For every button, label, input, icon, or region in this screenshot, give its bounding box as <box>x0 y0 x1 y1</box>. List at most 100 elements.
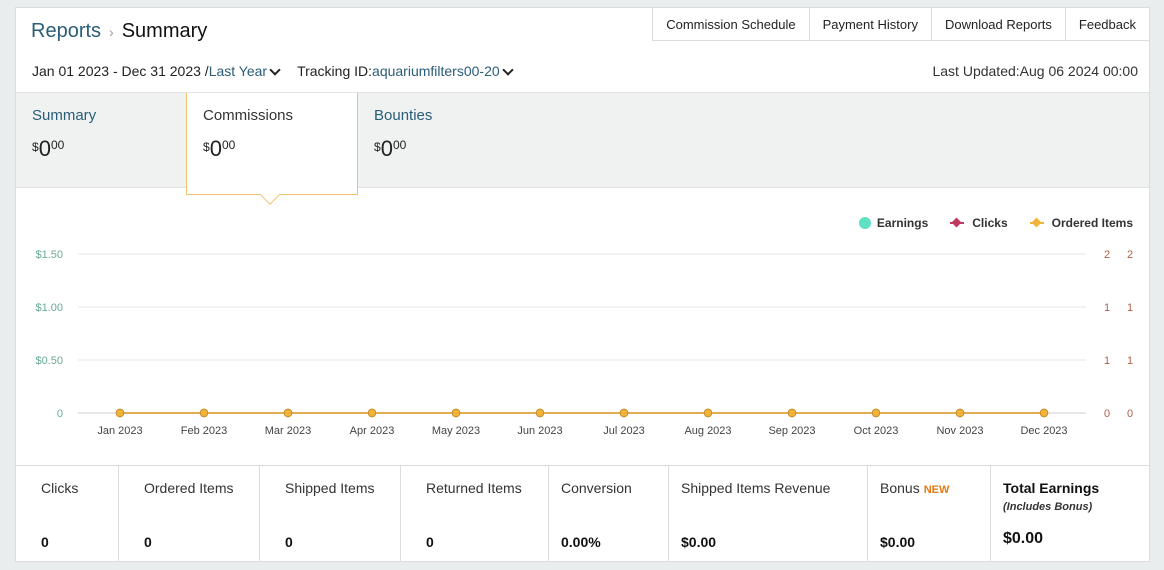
stat-label: Total Earnings <box>1003 480 1100 496</box>
chevron-down-icon[interactable] <box>269 63 281 76</box>
period-dropdown[interactable]: Last Year <box>209 63 267 79</box>
data-point-ordered-items <box>619 408 629 418</box>
legend-item-earnings[interactable]: Earnings <box>858 216 929 230</box>
x-tick-label: Oct 2023 <box>854 425 899 437</box>
top-links: Commission Schedule Payment History Down… <box>652 7 1150 41</box>
summary-tabs: Summary $ 0 00 Commissions $ 0 00 Bounti… <box>16 92 1149 205</box>
x-tick-label: Feb 2023 <box>181 425 227 437</box>
tab-amount: $ 0 00 <box>203 136 341 162</box>
amount-cents: 00 <box>221 138 236 152</box>
amount-whole: 0 <box>380 136 393 161</box>
data-point-ordered-items <box>1039 408 1049 418</box>
chart-legend: Earnings Clicks Ordered Items <box>837 216 1133 230</box>
x-tick-label: Apr 2023 <box>350 425 395 437</box>
x-tick-label: Jul 2023 <box>603 425 645 437</box>
x-tick-label: Mar 2023 <box>265 425 311 437</box>
y-right-tick-label: 0 <box>1104 408 1110 420</box>
legend-item-clicks[interactable]: Clicks <box>950 216 1008 230</box>
chevron-down-icon[interactable] <box>501 63 514 76</box>
x-tick-label: Dec 2023 <box>1020 425 1067 437</box>
breadcrumb-reports-link[interactable]: Reports <box>31 20 101 43</box>
payment-history-link[interactable]: Payment History <box>809 7 932 41</box>
stat-total-earnings: Total Earnings (Includes Bonus) $0.00 <box>991 466 1149 562</box>
stat-value: 0.00% <box>561 534 601 550</box>
data-point-ordered-items <box>451 408 461 418</box>
stat-value: $0.00 <box>880 534 916 550</box>
currency-symbol: $ <box>32 140 39 154</box>
y-left-tick-label: $0.50 <box>35 355 63 367</box>
data-point-ordered-items <box>283 408 293 418</box>
data-point-ordered-items <box>787 408 797 418</box>
y-left-tick-label: $1.00 <box>35 302 63 314</box>
stat-label: Bonus NEW <box>880 480 990 496</box>
legend-circle-icon <box>858 217 871 229</box>
data-point-ordered-items <box>199 408 209 418</box>
y-right-tick-label: 0 <box>1127 408 1133 420</box>
tracking-id-dropdown[interactable]: aquariumfilters00-20 <box>372 63 500 79</box>
stat-ordered-items: Ordered Items 0 <box>119 466 260 562</box>
stat-sublabel: (Includes Bonus) <box>1003 501 1093 513</box>
stat-value: $0.00 <box>1003 530 1044 547</box>
stat-label: Shipped Items Revenue <box>681 480 831 496</box>
x-tick-label: Nov 2023 <box>936 425 983 437</box>
data-point-ordered-items <box>703 408 713 418</box>
amount-whole: 0 <box>209 136 222 161</box>
tab-summary[interactable]: Summary $ 0 00 <box>16 93 186 189</box>
y-right-tick-label: 1 <box>1104 355 1110 367</box>
legend-item-ordered-items[interactable]: Ordered Items <box>1029 216 1133 230</box>
y-right-tick-label: 1 <box>1127 355 1133 367</box>
earnings-chart: 0 0 0 $0.50 1 1 $1.00 1 1 $1.50 2 2 Jan 2023 Feb 2023… <box>16 194 1149 464</box>
reports-panel: Reports › Summary Commission Schedule Pa… <box>15 7 1150 562</box>
tab-commissions[interactable]: Commissions $ 0 00 <box>186 93 358 205</box>
data-point-ordered-items <box>535 408 545 418</box>
amount-cents: 00 <box>50 138 65 152</box>
legend-diamond-icon <box>950 222 965 224</box>
breadcrumb: Reports › Summary <box>31 20 207 43</box>
amount-whole: 0 <box>38 136 51 161</box>
stat-value: 0 <box>41 534 49 550</box>
last-updated: Last Updated:Aug 06 2024 00:00 <box>932 63 1138 79</box>
y-left-tick-label: 0 <box>57 408 63 420</box>
feedback-link[interactable]: Feedback <box>1065 7 1150 41</box>
x-tick-label: Jun 2023 <box>517 425 562 437</box>
data-point-ordered-items <box>115 408 125 418</box>
commission-schedule-link[interactable]: Commission Schedule <box>652 7 810 41</box>
stat-value: 0 <box>426 534 434 550</box>
legend-label: Earnings <box>876 216 929 230</box>
stat-shipped-revenue: Shipped Items Revenue $0.00 <box>669 466 868 562</box>
y-right-tick-label: 2 <box>1104 249 1110 261</box>
y-left-tick-label: $1.50 <box>35 249 63 261</box>
currency-symbol: $ <box>374 140 381 154</box>
tracking-id-label: Tracking ID: <box>297 63 373 79</box>
stat-label: Clicks <box>41 480 79 496</box>
tab-bounties[interactable]: Bounties $ 0 00 <box>358 93 528 189</box>
tab-label: Summary <box>32 107 97 124</box>
page-title: Summary <box>121 20 208 42</box>
report-header: Reports › Summary Commission Schedule Pa… <box>16 7 1150 92</box>
stat-label: Ordered Items <box>144 480 234 496</box>
tab-amount: $ 0 00 <box>374 136 512 162</box>
chart-svg: 0 0 0 $0.50 1 1 $1.00 1 1 $1.50 2 2 Jan 2023 Feb 2023… <box>35 249 1133 437</box>
stat-bonus: Bonus NEW $0.00 <box>868 466 991 562</box>
stat-shipped-items: Shipped Items 0 <box>260 466 401 562</box>
x-tick-label: Jan 2023 <box>97 425 142 437</box>
data-point-ordered-items <box>955 408 965 418</box>
x-tick-label: May 2023 <box>432 425 480 437</box>
stat-value: $0.00 <box>681 534 717 550</box>
stat-value: 0 <box>144 534 152 550</box>
amount-cents: 00 <box>392 138 407 152</box>
legend-diamond-icon <box>1029 222 1044 224</box>
stat-label: Shipped Items <box>285 480 375 496</box>
legend-label: Clicks <box>972 216 1008 230</box>
stat-returned-items: Returned Items 0 <box>401 466 549 562</box>
x-tick-label: Sep 2023 <box>768 425 815 437</box>
stat-conversion: Conversion 0.00% <box>549 466 669 562</box>
breadcrumb-separator: › <box>109 23 114 40</box>
y-right-tick-label: 2 <box>1127 249 1133 261</box>
stat-value: 0 <box>285 534 293 550</box>
stats-row: Clicks 0 Ordered Items 0 Shipped Items 0… <box>16 465 1149 562</box>
data-point-ordered-items <box>871 408 881 418</box>
x-tick-label: Aug 2023 <box>684 425 731 437</box>
download-reports-link[interactable]: Download Reports <box>931 7 1066 41</box>
tab-amount: $ 0 00 <box>32 136 170 162</box>
